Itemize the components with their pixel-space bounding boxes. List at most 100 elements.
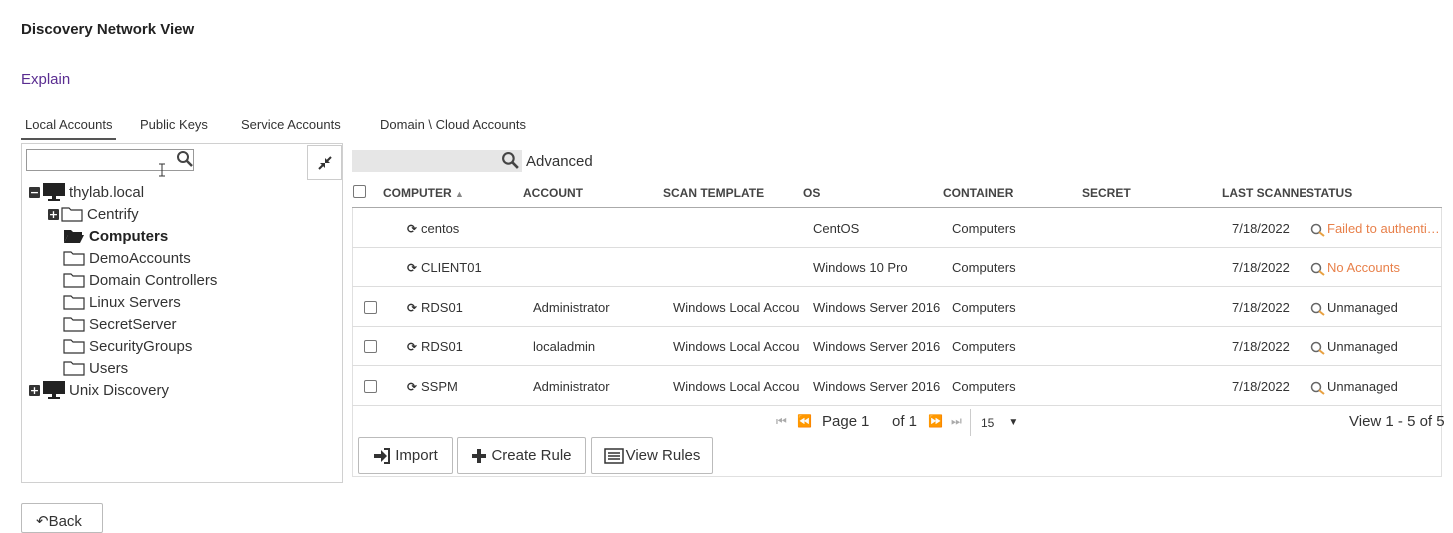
container-cell: Computers	[952, 300, 1016, 315]
status-cell: No Accounts	[1310, 260, 1440, 276]
tree-node-secretserver[interactable]: SecretServer	[63, 313, 177, 335]
account-status-icon	[1310, 262, 1325, 276]
tree-node-domain-controllers[interactable]: Domain Controllers	[63, 269, 217, 291]
back-arrow-icon: ↶	[36, 512, 49, 530]
prev-page-icon[interactable]: ⏪	[797, 414, 812, 428]
back-button[interactable]: ↶Back	[21, 503, 103, 533]
last-scanned-cell: 7/18/2022	[1232, 260, 1290, 275]
tab-domain-cloud-accounts[interactable]: Domain \ Cloud Accounts	[380, 117, 526, 132]
view-rules-button[interactable]: View Rules	[591, 437, 713, 474]
computer-cell[interactable]: ⟳ RDS01	[407, 300, 463, 315]
account-status-icon	[1310, 341, 1325, 355]
tree-node-label: Users	[89, 359, 129, 377]
status-cell: Unmanaged	[1310, 379, 1398, 395]
tree-node-label: Unix Discovery	[69, 381, 170, 399]
last-scanned-cell: 7/18/2022	[1232, 221, 1290, 236]
scan-template-cell: Windows Local Accou	[673, 339, 800, 354]
page-size-select[interactable]: 15 ▼	[970, 409, 1024, 436]
os-cell: Windows Server 2016	[813, 379, 941, 394]
container-cell: Computers	[952, 379, 1016, 394]
tree-node-users[interactable]: Users	[63, 357, 128, 379]
create-rule-button[interactable]: Create Rule	[457, 437, 586, 474]
tree-node-securitygroups[interactable]: SecurityGroups	[63, 335, 192, 357]
search-icon[interactable]	[176, 150, 194, 168]
explain-link[interactable]: Explain	[21, 71, 70, 88]
folder-icon	[63, 339, 85, 354]
list-icon	[603, 447, 624, 464]
last-page-icon[interactable]: ⏭	[951, 414, 962, 429]
folder-icon	[63, 273, 85, 288]
search-icon[interactable]	[501, 151, 520, 170]
computer-cell[interactable]: ⟳ RDS01	[407, 339, 463, 354]
compress-icon	[317, 155, 332, 170]
tree-node-centrify[interactable]: + Centrify	[48, 203, 139, 225]
advanced-search-link[interactable]: Advanced	[526, 153, 593, 170]
folder-icon	[63, 317, 85, 332]
tree-node-unix-discovery[interactable]: + Unix Discovery	[29, 379, 169, 401]
last-scanned-cell: 7/18/2022	[1232, 379, 1290, 394]
status-cell: Failed to authenti…	[1310, 221, 1440, 237]
last-scanned-cell: 7/18/2022	[1232, 300, 1290, 315]
tree-node-demoaccounts[interactable]: DemoAccounts	[63, 247, 191, 269]
tab-service-accounts[interactable]: Service Accounts	[241, 117, 341, 132]
import-button[interactable]: Import	[358, 437, 453, 474]
container-cell: Computers	[952, 221, 1016, 236]
last-scanned-cell: 7/18/2022	[1232, 339, 1290, 354]
expand-toggle-icon[interactable]: +	[48, 208, 59, 220]
container-cell: Computers	[952, 260, 1016, 275]
refresh-icon: ⟳	[407, 380, 418, 394]
first-page-icon[interactable]: ⏮	[776, 414, 787, 429]
text-cursor-icon	[159, 163, 165, 177]
folder-icon	[63, 361, 85, 376]
column-header-container[interactable]: CONTAINER	[943, 186, 1013, 200]
scan-template-cell: Windows Local Accou	[673, 379, 800, 394]
status-cell: Unmanaged	[1310, 339, 1398, 355]
os-cell: Windows Server 2016	[813, 300, 941, 315]
scan-template-cell: Windows Local Accou	[673, 300, 800, 315]
import-icon	[374, 447, 391, 464]
collapse-toggle-icon[interactable]: −	[29, 186, 40, 198]
grid-search-input[interactable]	[352, 150, 522, 172]
row-checkbox[interactable]	[364, 340, 377, 353]
expand-toggle-icon[interactable]: +	[29, 384, 40, 396]
column-header-os[interactable]: OS	[803, 186, 820, 200]
column-header-computer[interactable]: COMPUTER ▲	[383, 186, 464, 200]
next-page-icon[interactable]: ⏩	[928, 414, 943, 428]
folder-icon	[63, 251, 85, 266]
computer-cell[interactable]: ⟳ SSPM	[407, 379, 458, 394]
chevron-down-icon: ▼	[1008, 417, 1019, 428]
page-number-input[interactable]: 1	[861, 413, 869, 430]
computer-cell[interactable]: ⟳ centos	[407, 221, 459, 236]
column-header-scan-template[interactable]: SCAN TEMPLATE	[663, 186, 764, 200]
collapse-button[interactable]	[307, 145, 342, 180]
account-cell[interactable]: Administrator	[533, 300, 610, 315]
refresh-icon: ⟳	[407, 340, 418, 354]
column-header-status[interactable]: STATUS	[1306, 186, 1352, 200]
folder-icon	[61, 207, 83, 222]
os-cell: Windows 10 Pro	[813, 260, 908, 275]
status-cell: Unmanaged	[1310, 300, 1398, 316]
tree-node-label: Domain Controllers	[89, 271, 218, 289]
tree-node-linux-servers[interactable]: Linux Servers	[63, 291, 181, 313]
column-header-secret[interactable]: SECRET	[1082, 186, 1131, 200]
select-all-checkbox[interactable]	[353, 185, 366, 198]
tree-node-thylab-local[interactable]: − thylab.local	[29, 181, 144, 203]
tree-node-label: SecretServer	[89, 315, 177, 333]
os-cell: CentOS	[813, 221, 860, 236]
tree-search-input[interactable]	[26, 149, 194, 171]
account-cell[interactable]: localadmin	[533, 339, 595, 354]
tab-local-accounts[interactable]: Local Accounts	[21, 117, 117, 140]
refresh-icon: ⟳	[407, 261, 418, 275]
tree-node-computers[interactable]: Computers	[63, 225, 168, 247]
sort-icon: ▲	[455, 189, 464, 199]
column-header-last-scanned[interactable]: LAST SCANNED	[1222, 186, 1306, 200]
tab-public-keys[interactable]: Public Keys	[140, 117, 208, 132]
page-title: Discovery Network View	[21, 21, 195, 38]
column-header-account[interactable]: ACCOUNT	[523, 186, 583, 200]
row-checkbox[interactable]	[364, 380, 377, 393]
row-checkbox[interactable]	[364, 301, 377, 314]
account-cell[interactable]: Administrator	[533, 379, 610, 394]
account-status-icon	[1310, 223, 1325, 237]
computer-cell[interactable]: ⟳ CLIENT01	[407, 260, 482, 275]
page-count: of 1	[892, 413, 918, 430]
